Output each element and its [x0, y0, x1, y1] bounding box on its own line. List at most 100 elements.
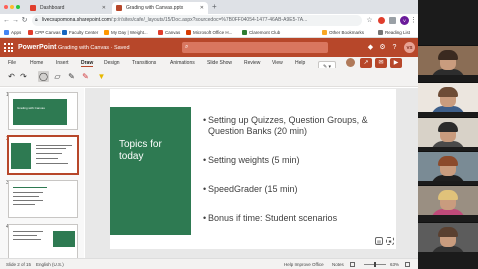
- bullet-item: • SpeedGrader (15 min): [203, 184, 298, 194]
- bookmark-apps[interactable]: Apps: [4, 29, 21, 36]
- thumbnail-title: Grading with Canvas: [17, 106, 45, 110]
- bookmark-cpp-canvas[interactable]: CPP Canvas: [28, 29, 61, 36]
- tab-grading-pptx[interactable]: Grading with Canvas.pptx ✕: [112, 2, 208, 14]
- tab-view[interactable]: View: [272, 59, 283, 67]
- tab-design[interactable]: Design: [104, 59, 120, 67]
- notes-button[interactable]: Notes: [332, 259, 344, 269]
- extensions-puzzle-icon[interactable]: [389, 17, 396, 24]
- language-indicator[interactable]: English (U.S.): [36, 259, 64, 269]
- slide-editor-canvas[interactable]: Topics for today • Setting up Quizzes, Q…: [85, 88, 418, 258]
- tab-help[interactable]: Help: [295, 59, 305, 67]
- diamond-icon[interactable]: ◆: [366, 43, 375, 52]
- participant-tile[interactable]: [418, 117, 478, 147]
- settings-gear-icon[interactable]: ⚙: [378, 43, 387, 52]
- highlighter-yellow-icon[interactable]: ▼: [96, 71, 107, 82]
- bullet-dot: •: [203, 155, 207, 165]
- bookmark-microsoft-office[interactable]: Microsoft Office H...: [186, 29, 232, 36]
- lasso-select-icon[interactable]: ◯: [38, 71, 49, 82]
- accessibility-icon[interactable]: ✱: [386, 237, 394, 245]
- bookmark-my-day[interactable]: My Day | Weight...: [104, 29, 148, 36]
- document-title[interactable]: Grading with Canvas · Saved: [58, 44, 130, 52]
- url-bar[interactable]: 🔒︎ livecsupomona.sharepoint.com/:p:/r/si…: [32, 15, 362, 26]
- reload-icon[interactable]: ↻: [21, 17, 28, 24]
- fit-to-window-icon[interactable]: [405, 262, 410, 267]
- close-tab-icon[interactable]: ✕: [102, 2, 106, 14]
- pen-black-icon[interactable]: ✎: [66, 71, 77, 82]
- draw-toolbar: ↶ ↷ ◯ ▱ ✎ ✎ ▼: [0, 68, 418, 87]
- tab-review[interactable]: Review: [244, 59, 260, 67]
- help-icon[interactable]: ?: [390, 43, 399, 52]
- bullet-dot: •: [203, 115, 207, 125]
- tab-insert[interactable]: Insert: [56, 59, 69, 67]
- participant-tile[interactable]: [418, 45, 478, 75]
- help-improve-office-link[interactable]: Help Improve Office: [284, 259, 324, 269]
- zoom-slider-thumb[interactable]: [374, 262, 376, 267]
- comments-button[interactable]: ✉: [375, 58, 387, 68]
- participant-tile[interactable]: [418, 82, 478, 112]
- browser-tab-bar: Dashboard ✕ Grading with Canvas.pptx ✕ +: [0, 0, 418, 14]
- participant-tile[interactable]: [418, 151, 478, 181]
- tab-dashboard[interactable]: Dashboard ✕: [26, 2, 110, 14]
- tab-title: Dashboard: [40, 5, 65, 11]
- tab-transitions[interactable]: Transitions: [132, 59, 156, 67]
- profile-avatar[interactable]: V: [400, 16, 409, 25]
- bookmark-faculty-center[interactable]: Faculty Center: [62, 29, 98, 36]
- present-button[interactable]: ▶: [390, 58, 402, 68]
- office-icon: [186, 30, 191, 35]
- forward-icon[interactable]: →: [12, 17, 19, 24]
- star-icon[interactable]: ☆: [366, 17, 373, 24]
- normal-view-icon[interactable]: [350, 262, 355, 267]
- zoom-level[interactable]: 63%: [390, 259, 399, 269]
- slide-thumbnail-2[interactable]: [8, 136, 78, 174]
- bookmark-claremont-club[interactable]: Claremont Club: [242, 29, 280, 36]
- video-participants-column: [418, 0, 478, 269]
- weight-watchers-icon: [104, 30, 109, 35]
- participant-tile[interactable]: [418, 222, 478, 252]
- canvas-icon: [158, 30, 163, 35]
- designer-icon[interactable]: ▤: [375, 237, 383, 245]
- eraser-icon[interactable]: ▱: [52, 71, 63, 82]
- slide-title[interactable]: Topics for today: [119, 139, 185, 163]
- redo-icon[interactable]: ↷: [18, 71, 29, 82]
- maximize-window-button[interactable]: [16, 5, 20, 9]
- canvas-icon: [28, 30, 33, 35]
- bookmark-canvas[interactable]: Canvas: [158, 29, 180, 36]
- browser-menu-icon[interactable]: ⋮: [410, 17, 417, 24]
- tab-home[interactable]: Home: [30, 59, 43, 67]
- save-status: · Saved: [110, 45, 130, 51]
- app-name[interactable]: PowerPoint: [18, 43, 57, 52]
- bullet-item: • Setting weights (5 min): [203, 155, 300, 165]
- tab-file[interactable]: File: [8, 59, 16, 67]
- bookmark-reading-list[interactable]: Reading List: [378, 29, 410, 36]
- close-tab-icon[interactable]: ✕: [200, 2, 204, 14]
- slide-thumbnail-1[interactable]: Grading with Canvas: [8, 92, 78, 130]
- tab-title: Grading with Canvas.pptx: [126, 5, 184, 11]
- reading-list-icon: [378, 30, 383, 35]
- slide-thumbnail-4[interactable]: [8, 224, 78, 258]
- undo-icon[interactable]: ↶: [6, 71, 17, 82]
- slide-thumbnail-pane: 1 Grading with Canvas 2 3 4: [0, 88, 84, 258]
- current-slide[interactable]: Topics for today • Setting up Quizzes, Q…: [110, 89, 396, 249]
- tab-slide-show[interactable]: Slide Show: [207, 59, 232, 67]
- new-tab-button[interactable]: +: [212, 2, 217, 12]
- ribbon-tabs: File Home Insert Draw Design Transitions…: [0, 57, 418, 71]
- folder-icon: [322, 30, 327, 35]
- pen-red-icon[interactable]: ✎: [80, 71, 91, 82]
- faculty-center-icon: [62, 30, 67, 35]
- bookmark-other-bookmarks[interactable]: Other Bookmarks: [322, 29, 364, 36]
- tab-animations[interactable]: Animations: [170, 59, 195, 67]
- title-panel: [110, 107, 191, 235]
- participant-tile[interactable]: [418, 185, 478, 215]
- extension-icon[interactable]: [378, 17, 385, 24]
- slide-thumbnail-3[interactable]: [8, 180, 78, 218]
- close-window-button[interactable]: [4, 5, 8, 9]
- share-button[interactable]: ↗: [360, 58, 372, 68]
- user-avatar[interactable]: VS: [404, 42, 415, 53]
- bullet-dot: •: [203, 213, 207, 223]
- back-icon[interactable]: ←: [3, 17, 10, 24]
- tab-draw[interactable]: Draw: [81, 59, 94, 67]
- app-launcher-icon[interactable]: [4, 43, 13, 52]
- presenter-avatar[interactable]: [346, 58, 355, 67]
- minimize-window-button[interactable]: [10, 5, 14, 9]
- search-box[interactable]: ⌕: [182, 42, 328, 53]
